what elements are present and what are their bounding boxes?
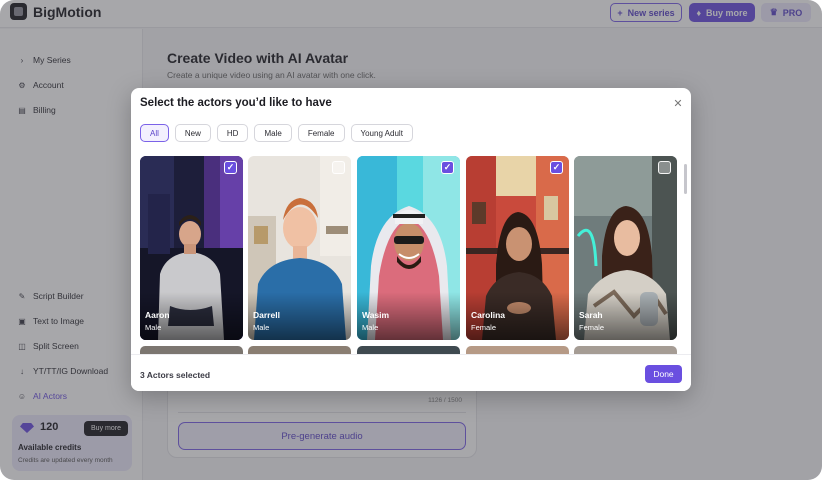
modal-title: Select the actors you’d like to have (140, 97, 332, 109)
filter-female[interactable]: Female (297, 124, 345, 142)
filter-young-adult[interactable]: Young Adult (350, 124, 413, 142)
actor-select-modal: Select the actors you’d like to have ✕ A… (131, 88, 691, 391)
actor-grid: Aaron Male ✓ Darrell Male Wasim Male ✓ C… (140, 156, 680, 354)
checkbox-empty-icon[interactable] (332, 161, 345, 174)
actor-gender: Female (471, 323, 497, 332)
filter-all[interactable]: All (140, 124, 169, 142)
check-icon[interactable]: ✓ (550, 161, 563, 174)
actor-card-sarah[interactable]: Sarah Female (574, 156, 677, 340)
actor-name: Aaron (145, 310, 170, 320)
actor-gender: Male (253, 323, 270, 332)
done-button[interactable]: Done (645, 365, 682, 383)
actor-card-peek[interactable] (140, 346, 243, 354)
filter-chips: All New HD Male Female Young Adult (140, 124, 413, 142)
actor-card-peek[interactable] (357, 346, 460, 354)
actor-card-aaron[interactable]: Aaron Male ✓ (140, 156, 243, 340)
actor-gender: Female (579, 323, 605, 332)
actor-card-peek[interactable] (574, 346, 677, 354)
filter-male[interactable]: Male (254, 124, 292, 142)
actor-card-peek[interactable] (466, 346, 569, 354)
app-window: BigMotion + New series ♦ Buy more ♛ PRO … (0, 0, 822, 480)
modal-footer: 3 Actors selected Done (131, 354, 691, 391)
grid-scrollbar[interactable] (684, 164, 687, 194)
actor-gender: Male (145, 323, 162, 332)
selected-count: 3 Actors selected (140, 370, 211, 380)
actor-name: Wasim (362, 310, 390, 320)
filter-hd[interactable]: HD (216, 124, 249, 142)
check-icon[interactable]: ✓ (441, 161, 454, 174)
actor-name: Sarah (579, 310, 603, 320)
actor-card-wasim[interactable]: Wasim Male ✓ (357, 156, 460, 340)
filter-new[interactable]: New (174, 124, 211, 142)
actor-name: Darrell (253, 310, 280, 320)
close-icon[interactable]: ✕ (672, 97, 684, 110)
actor-card-peek[interactable] (248, 346, 351, 354)
actor-gender: Male (362, 323, 379, 332)
actor-name: Carolina (471, 310, 506, 320)
checkbox-empty-icon[interactable] (658, 161, 671, 174)
check-icon[interactable]: ✓ (224, 161, 237, 174)
actor-card-darrell[interactable]: Darrell Male (248, 156, 351, 340)
actor-card-carolina[interactable]: Carolina Female ✓ (466, 156, 569, 340)
